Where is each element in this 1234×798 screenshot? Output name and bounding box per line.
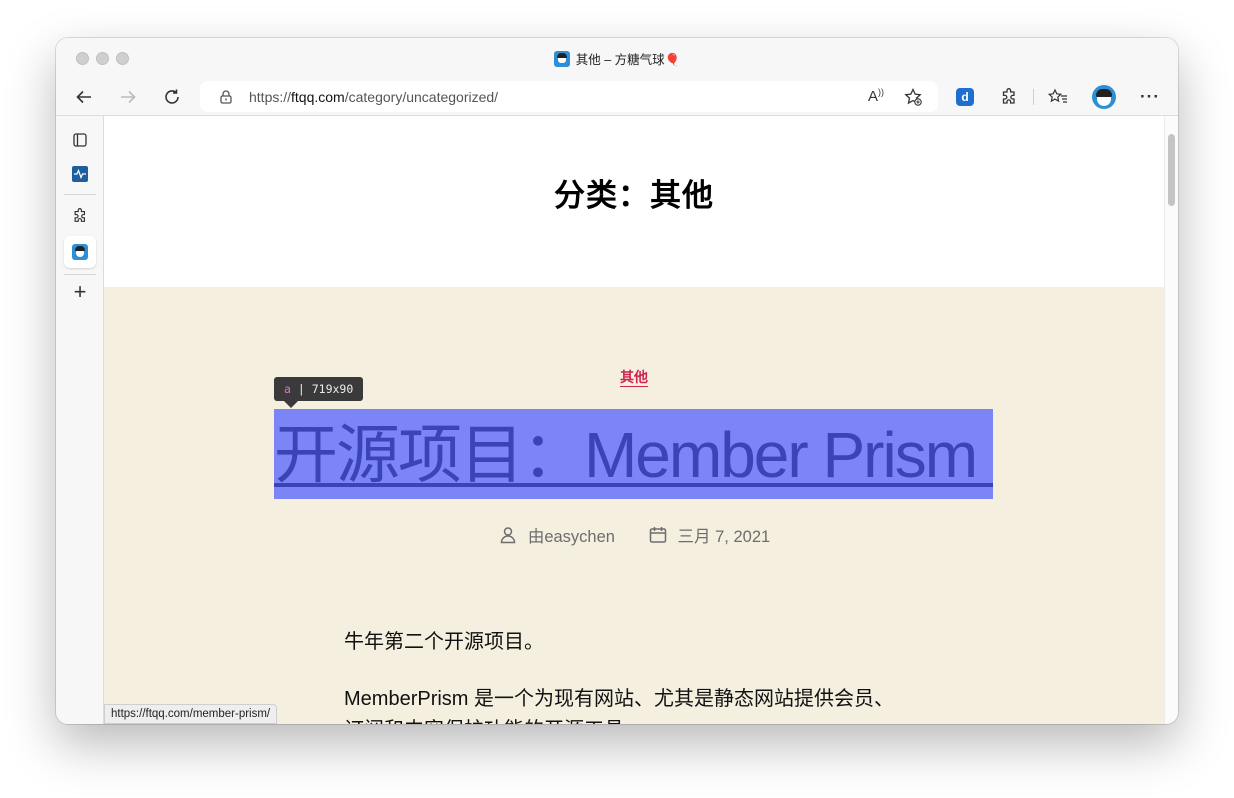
post-excerpt: 牛年第二个开源项目。 MemberPrism 是一个为现有网站、尤其是静态网站提… — [344, 627, 904, 724]
forward-arrow-icon — [121, 90, 136, 104]
favorites-button[interactable] — [1044, 83, 1072, 111]
category-link[interactable]: 其他 — [104, 367, 1164, 387]
balloon-icon: 🎈 — [664, 53, 681, 67]
more-icon: ··· — [1140, 87, 1160, 106]
paragraph-2: MemberPrism 是一个为现有网站、尤其是静态网站提供会员、订阅和内容保护… — [344, 688, 895, 724]
page-scrollbar[interactable] — [1164, 116, 1178, 724]
read-aloud-icon[interactable]: A)) — [868, 87, 884, 105]
tooltip-tag: a — [284, 382, 291, 396]
profile-avatar — [1092, 85, 1116, 109]
sidebar-tab-activity[interactable] — [64, 158, 96, 190]
title-bar: 其他 – 方糖气球🎈 — [56, 38, 1178, 78]
tab-actions-button[interactable] — [64, 124, 96, 156]
forward-button[interactable] — [114, 83, 142, 111]
calendar-icon — [649, 527, 666, 543]
archive-header: 分类：其他 — [104, 116, 1164, 287]
add-favorite-icon[interactable] — [904, 88, 922, 106]
user-icon — [500, 527, 516, 544]
browser-window: 其他 – 方糖气球🎈 https://ftqq.com/category/unc… — [56, 38, 1178, 724]
post-title-link[interactable]: 开源项目：Member Prism — [274, 419, 993, 491]
refresh-button[interactable] — [158, 83, 186, 111]
puzzle-icon — [1002, 88, 1015, 104]
vertical-tabs-sidebar: + — [56, 116, 104, 724]
back-button[interactable] — [70, 83, 98, 111]
url-prefix: https:// — [249, 89, 292, 105]
address-bar[interactable]: https://ftqq.com/category/uncategorized/… — [200, 81, 938, 112]
lock-icon[interactable] — [218, 89, 234, 105]
post-title-underline — [274, 483, 993, 487]
sidebar-separator — [64, 274, 96, 275]
paragraph-1: 牛年第二个开源项目。 — [344, 631, 544, 653]
url-path: /category/uncategorized/ — [344, 89, 499, 105]
devtools-element-tooltip: a | 719x90 — [274, 377, 364, 401]
activity-pulse-icon — [72, 166, 88, 182]
tab-actions-icon — [73, 133, 87, 147]
extension-d-icon: d — [956, 88, 974, 106]
plus-icon: + — [73, 279, 87, 304]
post-meta: 由easychen 三月 7, 2021 — [104, 523, 1164, 550]
extensions-button[interactable] — [995, 83, 1023, 111]
more-menu-button[interactable]: ··· — [1136, 83, 1164, 111]
page-viewport: 分类：其他 其他 a | 719x90 开源项目：Member Prism 由e… — [104, 116, 1164, 724]
scrollbar-thumb[interactable] — [1168, 134, 1175, 206]
site-favicon-icon — [553, 51, 570, 67]
post-date[interactable]: 三月 7, 2021 — [648, 523, 771, 547]
sidebar-tab-active-site[interactable] — [64, 236, 96, 268]
tooltip-arrow — [284, 401, 298, 408]
date-text[interactable]: 三月 7, 2021 — [678, 523, 771, 547]
back-arrow-icon — [76, 90, 91, 104]
new-tab-button[interactable]: + — [64, 276, 96, 308]
puzzle-icon — [74, 208, 86, 222]
author-name[interactable]: 由easychen — [528, 523, 615, 547]
post-entry: 其他 a | 719x90 开源项目：Member Prism 由easyche… — [104, 287, 1164, 724]
post-author[interactable]: 由easychen — [498, 523, 615, 547]
address-url[interactable]: https://ftqq.com/category/uncategorized/ — [249, 89, 498, 105]
favorites-icon — [1048, 88, 1067, 103]
tooltip-size: 719x90 — [311, 382, 354, 396]
sidebar-separator — [64, 194, 96, 195]
sidebar-tab-extensions[interactable] — [64, 200, 96, 232]
site-favicon-icon — [72, 244, 88, 260]
category-label[interactable]: 其他 — [620, 369, 648, 387]
toolbar-divider — [1033, 89, 1034, 105]
profile-button[interactable] — [1090, 83, 1118, 111]
post-title-highlight[interactable]: 开源项目：Member Prism — [274, 409, 993, 499]
status-bar-url: https://ftqq.com/member-prism/ — [104, 704, 278, 724]
browser-toolbar: https://ftqq.com/category/uncategorized/… — [56, 78, 1178, 116]
tab-title[interactable]: 其他 – 方糖气球🎈 — [56, 49, 1178, 68]
archive-title: 分类：其他 — [554, 178, 714, 213]
extension-icon-button[interactable]: d — [951, 83, 979, 111]
url-host: ftqq.com — [291, 89, 345, 105]
refresh-icon — [165, 89, 179, 104]
tab-title-text: 其他 – 方糖气球 — [575, 53, 665, 67]
